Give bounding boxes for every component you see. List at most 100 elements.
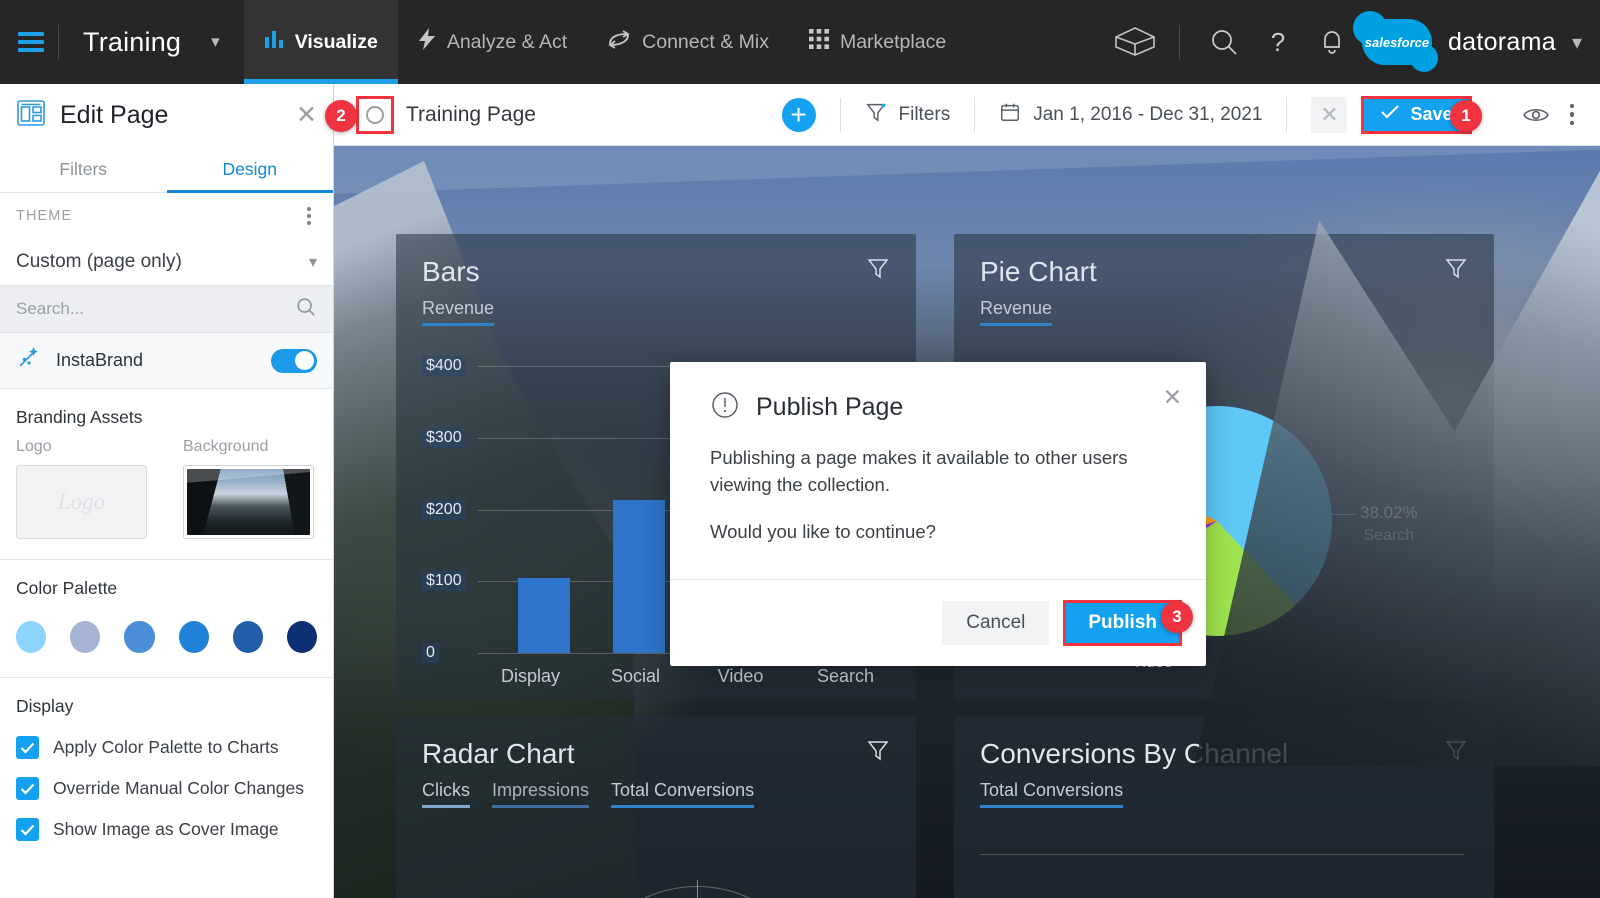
nav-item-label: Marketplace (839, 30, 947, 53)
search-icon[interactable] (295, 296, 317, 323)
widget-title: Pie Chart (980, 256, 1097, 287)
funnel-icon[interactable] (1444, 738, 1468, 767)
logo-asset: Logo Logo (16, 438, 147, 539)
search-input[interactable] (16, 299, 295, 319)
bar-social[interactable] (613, 499, 665, 653)
logo-upload-box[interactable]: Logo (16, 465, 147, 539)
widget-header: Conversions By Channel (980, 738, 1468, 770)
toolbar-left: Training Page (334, 95, 536, 134)
modal-title: Publish Page (756, 393, 904, 421)
filters-label: Filters (898, 103, 951, 125)
color-swatch[interactable] (232, 621, 263, 653)
theme-section-header: THEME (0, 193, 333, 239)
color-palette-title: Color Palette (16, 578, 118, 598)
widget-metrics: Total Conversions (980, 780, 1468, 808)
nav-item-connect-mix[interactable]: Connect & Mix (587, 0, 789, 84)
branding-assets-title: Branding Assets (16, 407, 143, 427)
nav-item-analyze-act[interactable]: Analyze & Act (398, 0, 587, 84)
instabrand-toggle[interactable] (271, 348, 317, 373)
salesforce-logo: salesforce (1352, 11, 1438, 72)
add-widget-button[interactable]: + (781, 97, 816, 132)
toolbar-divider (974, 97, 976, 132)
color-swatch[interactable] (16, 621, 47, 653)
gridline (980, 854, 1464, 855)
cancel-button[interactable]: Cancel (942, 601, 1050, 646)
metric-tab-total-conversions[interactable]: Total Conversions (611, 780, 755, 808)
filters-button[interactable]: Filters (865, 101, 951, 129)
annotation-badge-2: 2 (325, 100, 357, 132)
modal-footer: Cancel Publish (670, 579, 1206, 666)
bars-x-axis-labels: Display Social Video Search (422, 666, 898, 687)
theme-selected-value: Custom (page only) (16, 251, 182, 272)
hamburger-icon[interactable] (18, 28, 44, 56)
metric-tab[interactable]: Revenue (980, 298, 1053, 326)
instabrand-row[interactable]: InstaBrand (0, 333, 333, 389)
nav-item-marketplace[interactable]: Marketplace (789, 0, 966, 84)
nav-item-label: Analyze & Act (446, 30, 568, 53)
metric-tab[interactable]: Revenue (422, 298, 495, 326)
unpublished-circle-icon[interactable] (356, 95, 394, 134)
magic-wand-icon (16, 346, 40, 375)
checkbox-show-image-as-cover[interactable]: Show Image as Cover Image (16, 809, 317, 850)
discard-changes-button[interactable]: ✕ (1311, 96, 1348, 133)
checkbox-checked-icon (16, 777, 39, 800)
y-axis-tick: $300 (422, 427, 466, 448)
tab-filters[interactable]: Filters (0, 146, 167, 192)
status-circle (366, 105, 384, 124)
nav-item-label: Connect & Mix (642, 30, 769, 53)
modal-paragraph-1: Publishing a page makes it available to … (710, 447, 1128, 495)
close-icon[interactable]: ✕ (1163, 386, 1182, 409)
search-icon[interactable] (1200, 18, 1248, 66)
widget-radar-chart[interactable]: Radar Chart Clicks Impressions Total Con… (396, 716, 916, 898)
cube-icon[interactable] (1111, 18, 1159, 66)
nav-divider (1178, 25, 1180, 59)
widget-title: Radar Chart (422, 738, 575, 769)
bell-icon[interactable] (1308, 18, 1356, 66)
funnel-icon[interactable] (866, 256, 890, 285)
metric-tab[interactable]: Total Conversions (980, 780, 1124, 808)
publish-page-modal: ✕ Publish Page Publishing a page makes i… (670, 362, 1206, 667)
funnel-icon[interactable] (866, 738, 890, 767)
instabrand-label: InstaBrand (56, 350, 144, 370)
color-palette-swatches (0, 609, 333, 673)
radar-plot-area: 180 Display Video (422, 856, 896, 898)
background-upload-box[interactable] (183, 465, 314, 539)
y-axis-tick: $200 (422, 499, 466, 520)
checkbox-override-manual-colors[interactable]: Override Manual Color Changes (16, 768, 317, 809)
theme-search-bar[interactable] (0, 285, 333, 333)
checkbox-label: Apply Color Palette to Charts (53, 737, 279, 757)
nav-item-visualize[interactable]: Visualize (243, 0, 398, 84)
color-swatch[interactable] (178, 621, 209, 653)
theme-options-kebab-icon[interactable] (301, 201, 317, 231)
widget-header: Pie Chart (980, 256, 1468, 288)
metric-tab-clicks[interactable]: Clicks (422, 780, 470, 808)
close-icon[interactable]: ✕ (296, 102, 317, 128)
status-indicator-wrap (356, 95, 394, 134)
widget-title: Conversions By Channel (980, 738, 1289, 769)
preview-button[interactable] (1514, 93, 1558, 137)
toolbar-divider (1286, 97, 1288, 132)
theme-dropdown[interactable]: Custom (page only) ▾ (0, 239, 333, 285)
bar-display[interactable] (518, 578, 570, 653)
save-button-label: Save (1410, 104, 1453, 124)
pie-label-search: 38.02% Search (1360, 502, 1418, 547)
lightning-icon (418, 28, 436, 56)
color-swatch[interactable] (286, 621, 318, 653)
page-toolbar: Training Page + Filters Jan 1, 2016 - De… (334, 84, 1600, 146)
panel-tabs: Filters Design (0, 146, 333, 193)
date-range-picker[interactable]: Jan 1, 2016 - Dec 31, 2021 (999, 101, 1262, 129)
workspace-selector[interactable]: Training ▾ (73, 27, 230, 58)
workspace-title: Training (83, 26, 182, 57)
help-icon[interactable]: ? (1254, 18, 1302, 66)
page-title: Training Page (406, 102, 536, 126)
chevron-down-icon[interactable]: ▾ (1572, 30, 1582, 55)
checkbox-apply-color-palette[interactable]: Apply Color Palette to Charts (16, 727, 317, 768)
funnel-icon[interactable] (1444, 256, 1468, 285)
tab-design[interactable]: Design (166, 146, 334, 193)
bar-chart-icon (264, 29, 284, 55)
widget-conversions-by-channel[interactable]: Conversions By Channel Total Conversions (954, 716, 1494, 898)
color-swatch[interactable] (124, 621, 155, 653)
metric-tab-impressions[interactable]: Impressions (492, 780, 590, 808)
color-swatch[interactable] (70, 621, 101, 653)
more-options-button[interactable] (1558, 96, 1587, 134)
